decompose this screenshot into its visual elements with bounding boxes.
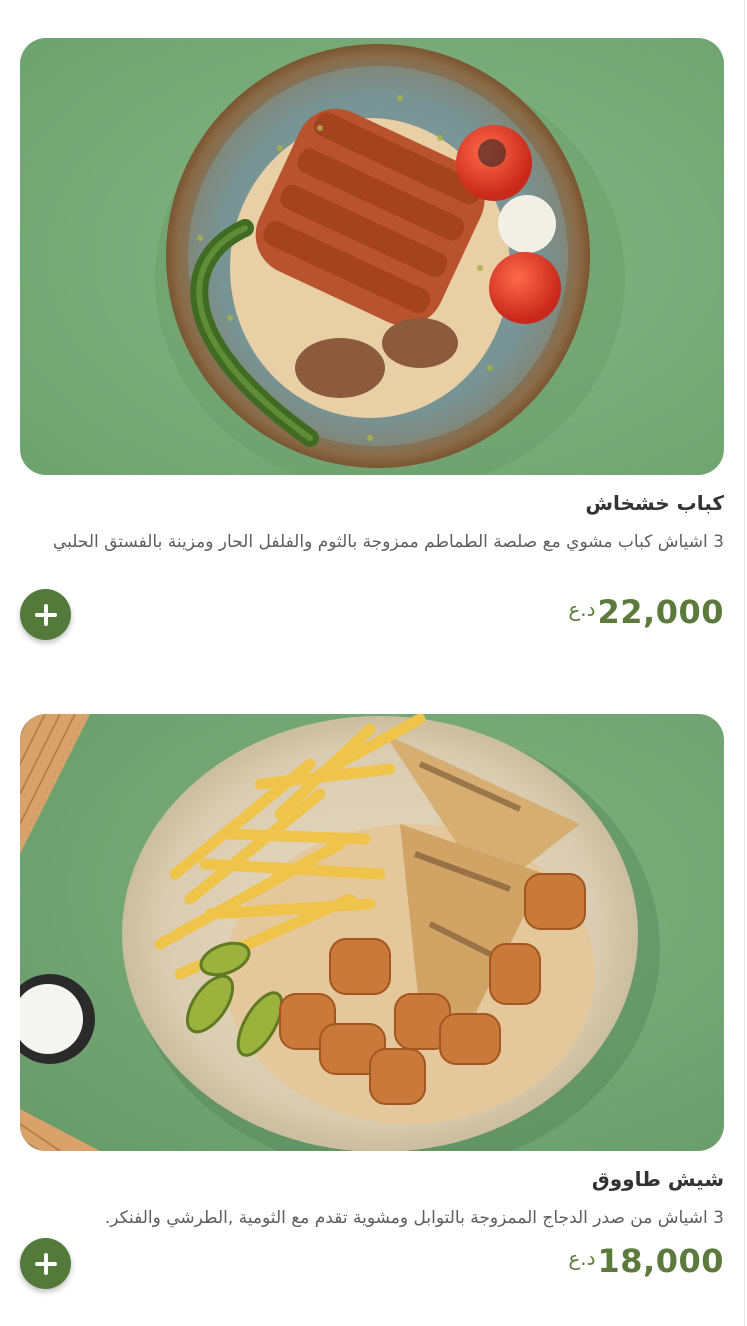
price-row: د.ع 22,000 [568,593,724,631]
dish-photo[interactable] [20,38,724,475]
item-description: 3 اشياش كباب مشوي مع صلصة الطماطم ممزوجة… [52,532,724,552]
price-row: د.ع 18,000 [568,1242,724,1280]
scroll-edge [744,0,745,1326]
menu-item-card[interactable]: شيش طاووق 3 اشياش من صدر الدجاج الممزوجة… [20,714,724,1289]
item-title: كباب خشخاش [585,491,724,515]
menu-item-card[interactable]: كباب خشخاش 3 اشياش كباب مشوي مع صلصة الط… [20,38,724,640]
plus-icon [34,612,57,617]
plus-icon [34,1261,57,1266]
dish-photo[interactable] [20,714,724,1151]
currency-label: د.ع [568,1246,596,1270]
add-to-cart-button[interactable] [20,1238,71,1289]
item-price: 18,000 [597,1242,724,1280]
item-description: 3 اشياش من صدر الدجاج الممزوجة بالتوابل … [104,1208,724,1228]
add-to-cart-button[interactable] [20,589,71,640]
item-title: شيش طاووق [591,1167,724,1191]
currency-label: د.ع [568,597,596,621]
item-price: 22,000 [597,593,724,631]
menu-page: كباب خشخاش 3 اشياش كباب مشوي مع صلصة الط… [0,0,747,1326]
